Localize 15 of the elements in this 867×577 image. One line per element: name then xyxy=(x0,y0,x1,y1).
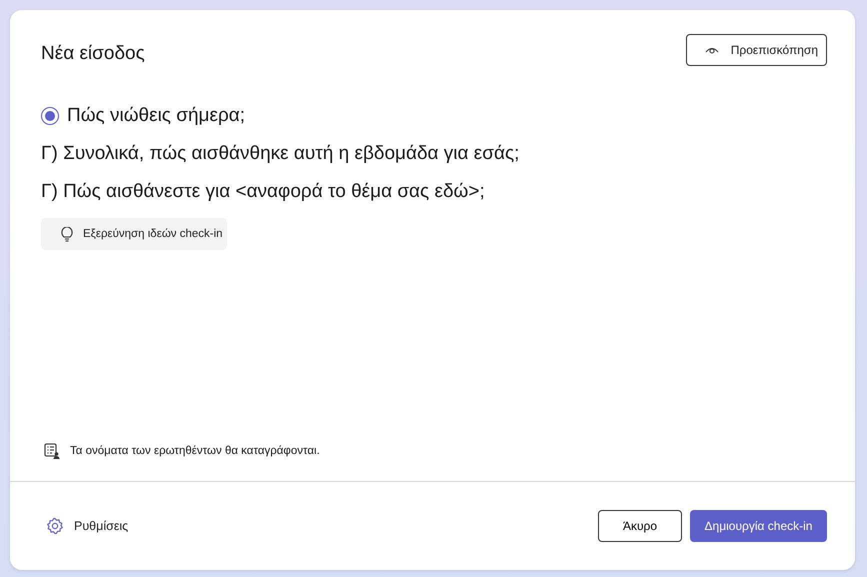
settings-icon xyxy=(46,517,64,535)
question-text: Γ) Πώς αισθάνεστε για <αναφορά το θέμα σας εδώ>; xyxy=(41,181,485,203)
preview-button[interactable]: Προεπισκόπηση xyxy=(686,34,827,66)
list-person-icon xyxy=(44,443,60,459)
cancel-button[interactable]: Άκυρο xyxy=(598,510,682,542)
explore-ideas-button[interactable]: Εξερεύνηση ιδεών check-in xyxy=(41,218,227,250)
question-text: Γ) Συνολικά, πώς αισθάνθηκε αυτή η εβδομάδα για εσάς; xyxy=(41,143,520,165)
note-text: Τα ονόματα των ερωτηθέντων θα καταγράφονται. xyxy=(70,445,320,457)
lightbulb-icon xyxy=(61,226,73,242)
radio-button[interactable] xyxy=(41,107,59,125)
question-text: Πώς νιώθεις σήμερα; xyxy=(67,105,246,127)
settings-button[interactable]: Ρυθμίσεις xyxy=(41,517,128,535)
create-button[interactable]: Δημιουργία check-in xyxy=(690,510,827,542)
eye-icon xyxy=(704,45,719,55)
dialog-title: Νέα είσοδος xyxy=(41,43,145,65)
